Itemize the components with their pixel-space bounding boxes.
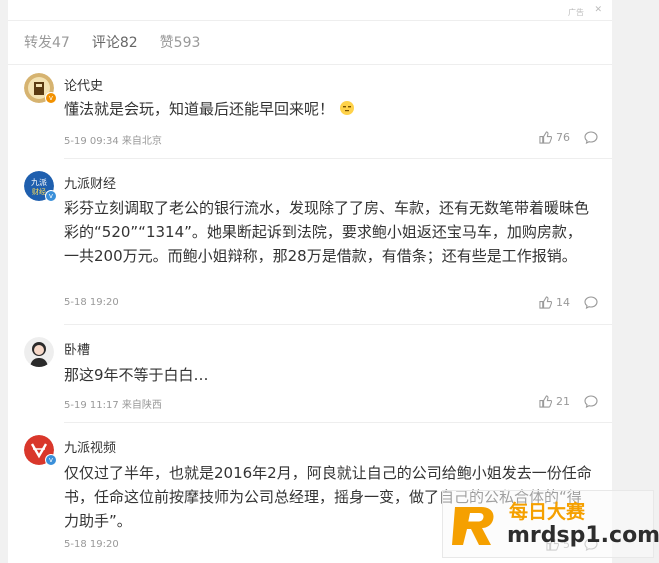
comment-username[interactable]: 论代史 <box>64 75 103 94</box>
verified-badge-icon: v <box>45 190 57 202</box>
verified-badge-icon: v <box>45 454 57 466</box>
comment-meta: 5-19 11:17 来自陕西 <box>64 400 162 411</box>
comment-text: 那这9年不等于白白… <box>64 366 209 384</box>
tab-comments[interactable]: 评论82 <box>92 32 138 52</box>
watermark: 每日大赛 mrdsp1.com <box>442 490 659 558</box>
avatar[interactable] <box>24 337 54 367</box>
thumbs-up-icon <box>539 131 552 144</box>
verified-badge-icon: v <box>45 92 57 104</box>
like-count: 76 <box>556 131 570 144</box>
comment-username[interactable]: 九派财经 <box>64 173 116 192</box>
comment-text: 彩芬立刻调取了老公的银行流水，发现除了了房、车款，还有无数笔带着暖昧色彩的“52… <box>64 199 590 265</box>
comment-item: 卧槽 那这9年不等于白白… 5-19 11:17 来自陕西 21 <box>8 325 612 423</box>
comment-username[interactable]: 九派视频 <box>64 437 116 456</box>
comment-username[interactable]: 卧槽 <box>64 339 90 358</box>
avatar-image-icon <box>24 337 54 367</box>
thumbs-up-icon <box>539 395 552 408</box>
comment-bubble-icon <box>584 395 598 408</box>
comment-meta: 5-19 09:34 来自北京 <box>64 136 162 147</box>
reply-button[interactable] <box>584 395 598 408</box>
like-button[interactable]: 21 <box>539 395 570 408</box>
ad-label: 广告 <box>568 8 584 17</box>
comment-item: v 论代史 懂法就是会玩，知道最后还能早回来呢！ 5-19 09:34 来自北京… <box>8 65 612 159</box>
ad-close-icon[interactable]: ✕ <box>594 6 602 15</box>
comment-meta: 5-18 19:20 <box>64 539 119 550</box>
watermark-logo-icon <box>452 507 494 545</box>
tab-likes[interactable]: 赞593 <box>160 32 201 52</box>
svg-text:财经: 财经 <box>32 187 46 196</box>
tab-bar: 转发47 评论82 赞593 <box>24 32 200 52</box>
thumbs-up-icon <box>539 296 552 309</box>
like-count: 14 <box>556 296 570 309</box>
watermark-url: mrdsp1.com <box>507 523 659 548</box>
comment-bubble-icon <box>584 296 598 309</box>
like-button[interactable]: 76 <box>539 131 570 144</box>
svg-text:九派: 九派 <box>31 178 47 187</box>
comment-actions: 76 <box>539 131 598 144</box>
comments-panel: 广告 ✕ 转发47 评论82 赞593 v 论代史 懂法就是会玩，知道最后还能早… <box>8 0 612 563</box>
comment-bubble-icon <box>584 131 598 144</box>
comment-item: 九派 财经 v 九派财经 彩芬立刻调取了老公的银行流水，发现除了了房、车款，还有… <box>8 159 612 325</box>
comment-actions: 14 <box>539 296 598 309</box>
comment-actions: 21 <box>539 395 598 408</box>
reply-button[interactable] <box>584 131 598 144</box>
comment-text: 懂法就是会玩，知道最后还能早回来呢！ <box>64 97 594 121</box>
reply-button[interactable] <box>584 296 598 309</box>
watermark-title: 每日大赛 <box>509 501 586 523</box>
ad-bar: 广告 ✕ <box>8 0 612 21</box>
like-count: 21 <box>556 395 570 408</box>
emoji-icon <box>339 101 354 115</box>
tab-reposts[interactable]: 转发47 <box>24 32 70 52</box>
like-button[interactable]: 14 <box>539 296 570 309</box>
comment-meta: 5-18 19:20 <box>64 297 119 308</box>
